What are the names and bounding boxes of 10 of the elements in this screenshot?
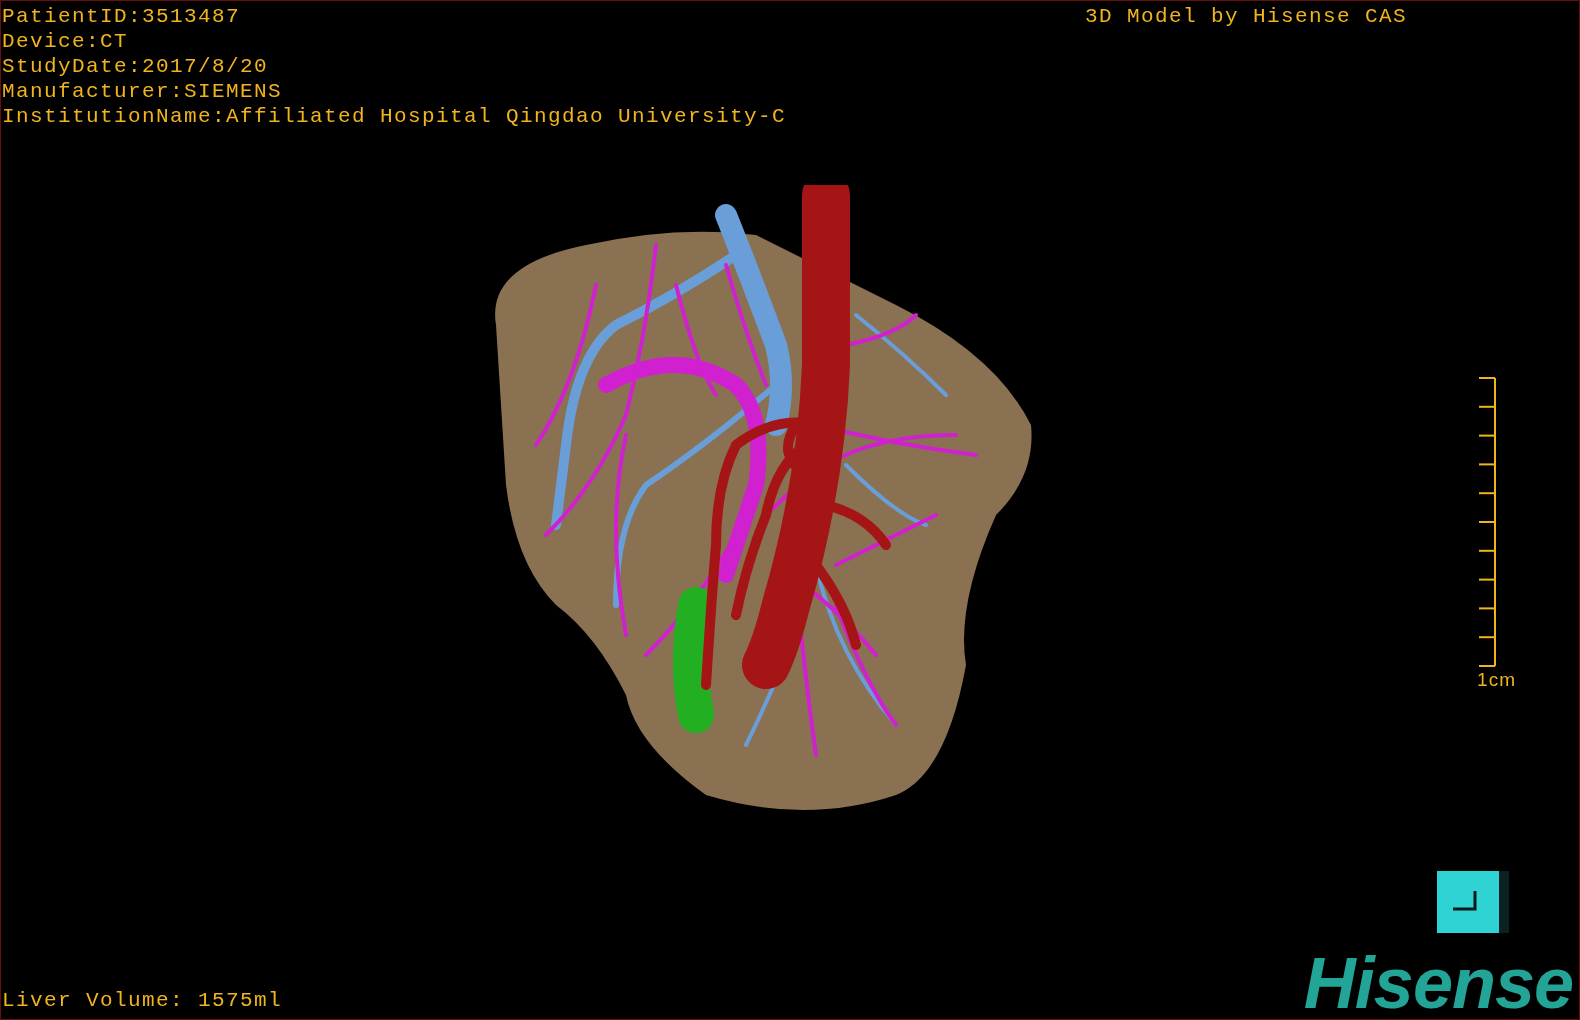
brand-logo: Hisense bbox=[1303, 953, 1574, 1013]
patient-info-line: Device:CT bbox=[2, 29, 130, 54]
orientation-cube-icon[interactable] bbox=[1437, 871, 1511, 933]
patient-info-line: InstitutionName:Affiliated Hospital Qingdao University-C bbox=[2, 104, 787, 129]
model-title: 3D Model by Hisense CAS bbox=[1084, 4, 1407, 30]
patient-info-line: StudyDate:2017/8/20 bbox=[2, 54, 270, 79]
scale-label: 1cm bbox=[1477, 669, 1516, 691]
liver-volume: Liver Volume: 1575ml bbox=[2, 988, 283, 1013]
patient-info-line: Manufacturer:SIEMENS bbox=[2, 79, 284, 104]
patient-info-line: PatientID:3513487 bbox=[2, 4, 242, 29]
